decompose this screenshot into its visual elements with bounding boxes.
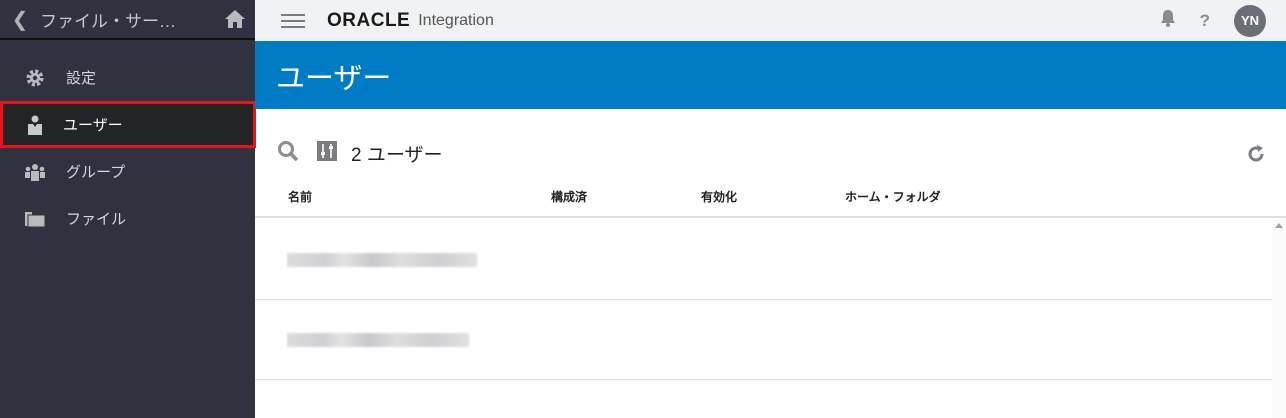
- toolbar: 2 ユーザー: [255, 136, 1286, 170]
- table-row[interactable]: [255, 300, 1272, 380]
- help-icon[interactable]: ?: [1200, 11, 1210, 31]
- home-icon[interactable]: [215, 9, 255, 29]
- sidebar-item-users[interactable]: ユーザー: [0, 101, 256, 148]
- group-icon: [0, 163, 66, 181]
- top-bar: ORACLE Integration ? YN: [255, 0, 1286, 41]
- redacted-email: [287, 253, 477, 267]
- scrollbar[interactable]: [1272, 219, 1286, 418]
- sidebar-item-label: ユーザー: [63, 117, 123, 134]
- sidebar: ❮ ファイル・サー… 設定 ユーザー グループ ファイル: [0, 0, 256, 418]
- back-chevron-icon[interactable]: ❮: [0, 7, 40, 32]
- column-header-name[interactable]: 名前: [288, 188, 312, 205]
- bell-icon[interactable]: [1160, 9, 1176, 32]
- oracle-logo: ORACLE: [327, 9, 411, 31]
- scroll-up-arrow-icon[interactable]: [1275, 223, 1283, 228]
- column-header-configured[interactable]: 構成済: [551, 188, 587, 205]
- folder-icon: [0, 210, 66, 228]
- sidebar-item-label: グループ: [66, 164, 126, 181]
- search-icon[interactable]: [277, 140, 299, 167]
- hamburger-menu-icon[interactable]: [281, 13, 305, 28]
- avatar[interactable]: YN: [1234, 4, 1266, 37]
- table-row[interactable]: [255, 220, 1272, 300]
- sidebar-item-label: 設定: [66, 70, 97, 87]
- user-icon: [3, 115, 63, 135]
- column-header-home-folder[interactable]: ホーム・フォルダ: [845, 188, 941, 205]
- gear-icon: [0, 68, 66, 88]
- sidebar-item-groups[interactable]: グループ: [0, 148, 255, 195]
- sidebar-item-files[interactable]: ファイル: [0, 195, 255, 242]
- sidebar-title: ファイル・サー…: [40, 11, 176, 31]
- refresh-icon[interactable]: [1246, 144, 1266, 169]
- user-count: 2 ユーザー: [351, 144, 443, 166]
- page-title: ユーザー: [255, 41, 1286, 109]
- sidebar-item-settings[interactable]: 設定: [0, 54, 255, 101]
- table-header: 名前 構成済 有効化 ホーム・フォルダ: [255, 180, 1286, 218]
- column-header-enabled[interactable]: 有効化: [701, 188, 737, 205]
- redacted-email: [287, 333, 469, 347]
- product-name: Integration: [418, 11, 494, 29]
- sidebar-header: ❮ ファイル・サー…: [0, 0, 255, 40]
- sidebar-item-label: ファイル: [66, 211, 127, 228]
- filter-sliders-icon[interactable]: [317, 140, 337, 166]
